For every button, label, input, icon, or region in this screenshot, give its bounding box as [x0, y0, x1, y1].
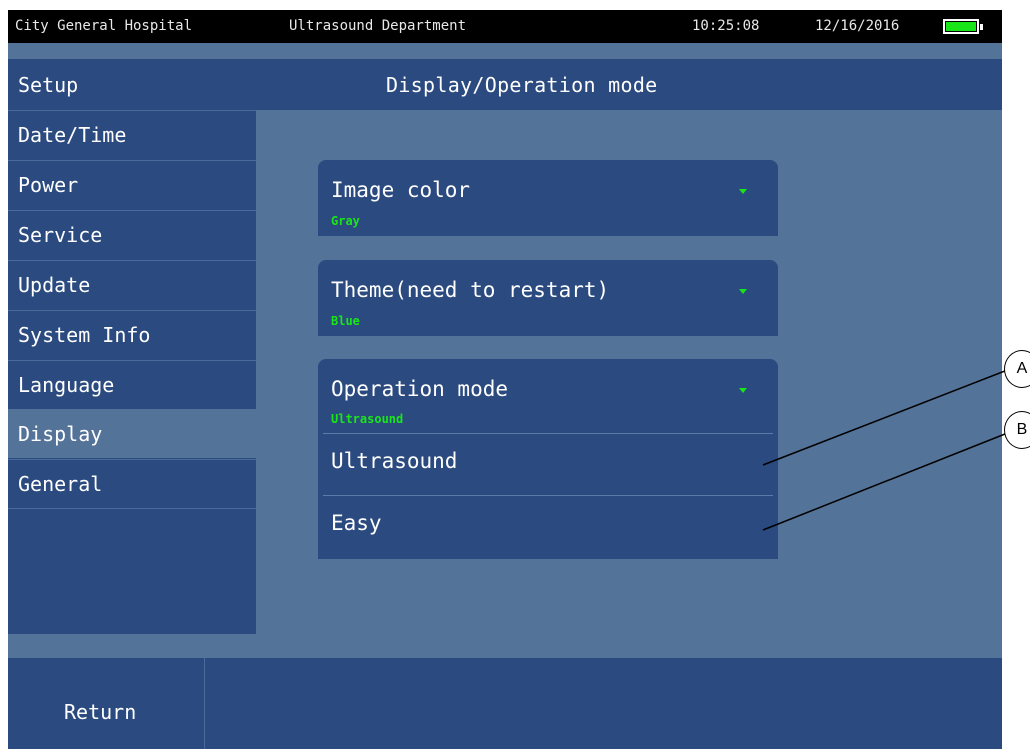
callout-b-line	[762, 431, 1011, 531]
callout-a-line	[762, 368, 1011, 466]
callout-leader-lines	[762, 368, 1011, 531]
